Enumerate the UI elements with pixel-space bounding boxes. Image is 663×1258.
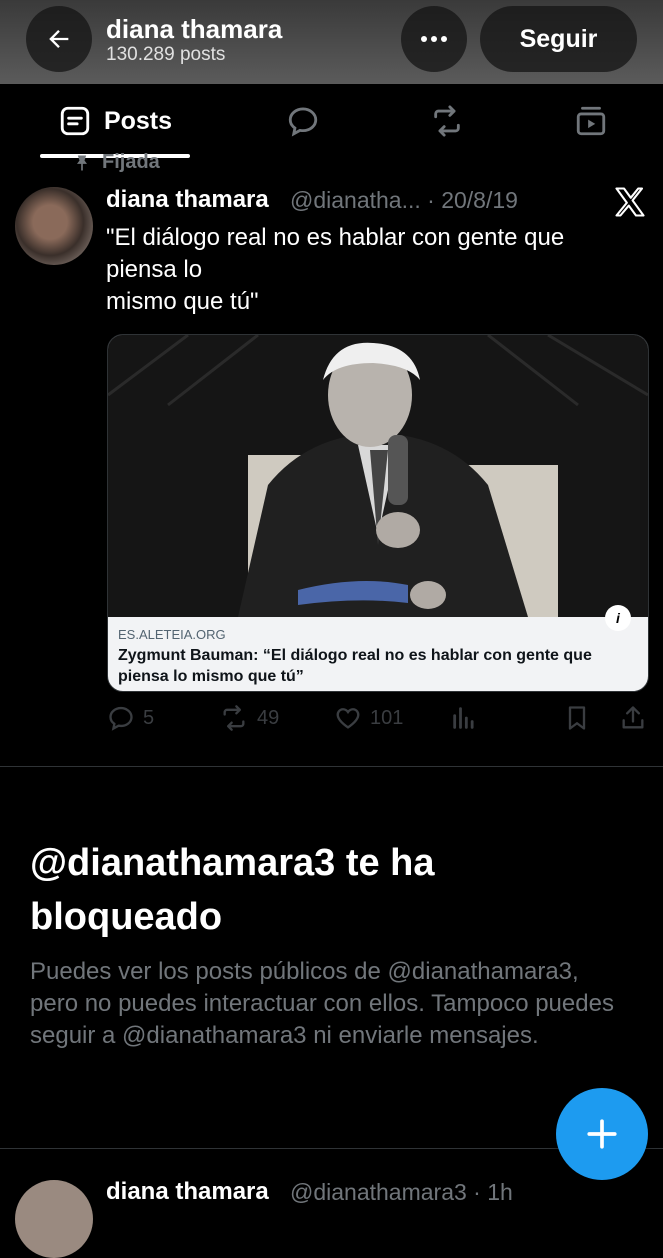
more-icon	[421, 36, 447, 42]
repost-icon	[223, 705, 245, 731]
more-options-button[interactable]	[401, 6, 467, 72]
header-name: diana thamara	[106, 14, 283, 44]
views-icon	[453, 707, 474, 729]
plus-icon	[587, 1119, 617, 1149]
reply-count: 5	[143, 706, 155, 729]
posts-icon	[60, 106, 90, 136]
compose-button[interactable]	[556, 1088, 648, 1180]
back-button[interactable]	[26, 6, 92, 72]
views-button[interactable]	[450, 704, 486, 732]
avatar[interactable]	[15, 187, 93, 265]
repost-count: 49	[257, 706, 280, 729]
repost-button[interactable]: 49	[219, 704, 279, 732]
blocked-description: Puedes ver los posts públicos de @dianat…	[30, 958, 614, 1049]
tab-posts[interactable]: Posts	[40, 84, 190, 158]
share-icon	[622, 706, 644, 729]
tab-media[interactable]	[556, 84, 626, 158]
share-button[interactable]	[619, 704, 655, 732]
media-icon	[576, 106, 606, 136]
pin-icon	[77, 155, 87, 170]
post-text-line: "El diálogo real no es hablar con gente …	[106, 224, 565, 251]
pinned-label: Fijada	[102, 151, 160, 173]
reply-icon	[288, 107, 318, 137]
follow-button[interactable]: Seguir	[480, 6, 637, 72]
post-author-name[interactable]: diana thamara	[106, 1178, 269, 1206]
arrow-left-icon	[49, 30, 69, 48]
reply-button[interactable]: 5	[107, 704, 154, 732]
tab-replies[interactable]	[268, 84, 338, 158]
post-text: "El diálogo real no es hablar con gente …	[106, 222, 626, 318]
post-text-line: piensa lo	[106, 256, 203, 283]
post-text-line: mismo que tú"	[106, 288, 259, 315]
link-card[interactable]: i ES.ALETEIA.ORG Zygmunt Bauman: “El diá…	[107, 334, 649, 692]
divider	[0, 766, 663, 767]
x-logo-icon[interactable]	[612, 184, 648, 220]
post-author-name[interactable]: diana thamara	[106, 186, 269, 214]
post-actions: 5 49 101	[107, 704, 647, 738]
card-image	[108, 335, 648, 617]
profile-header: diana thamara 130.289 posts Seguir	[0, 0, 663, 84]
tab-posts-label: Posts	[103, 106, 173, 135]
post-handle-date[interactable]: @dianathamara3 · 1h	[290, 1179, 513, 1206]
card-title: Zygmunt Bauman: “El diálogo real no es h…	[118, 647, 592, 685]
like-count: 101	[370, 706, 404, 729]
info-icon[interactable]: i	[605, 605, 631, 631]
blocked-title: @dianathamara3 te ha bloqueado	[30, 842, 435, 938]
tab-reposts[interactable]	[412, 84, 482, 158]
reply-icon	[109, 706, 133, 731]
like-button[interactable]: 101	[334, 704, 403, 732]
header-post-count: 130.289 posts	[106, 44, 226, 65]
avatar[interactable]	[15, 1180, 93, 1258]
profile-tabs: Posts	[0, 84, 663, 158]
bookmark-icon	[568, 706, 586, 730]
card-domain: ES.ALETEIA.ORG	[118, 627, 226, 642]
bookmark-button[interactable]	[563, 704, 599, 732]
heart-icon	[336, 708, 360, 729]
post-handle-date[interactable]: @dianatha... · 20/8/19	[290, 187, 518, 214]
pinned-indicator: Fijada	[72, 151, 160, 174]
repost-icon	[434, 105, 460, 137]
